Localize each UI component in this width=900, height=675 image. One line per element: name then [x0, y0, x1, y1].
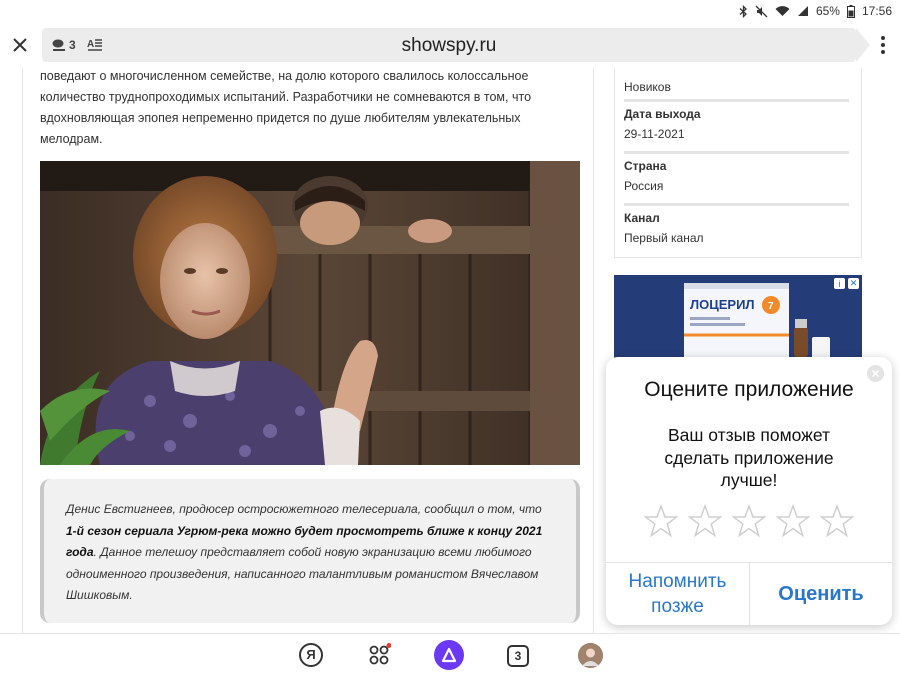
status-icons: 65% 17:56: [739, 3, 892, 19]
star-1-icon[interactable]: [644, 504, 678, 538]
tabs-switcher-button[interactable]: 3: [507, 645, 529, 667]
ad-brand: ЛОЦЕРИЛ: [690, 297, 755, 312]
quote-text: Денис Евстигнеев, продюсер остросюжетног…: [66, 499, 554, 607]
article-column: поведают о многочисленном семействе, на …: [22, 68, 594, 633]
release-label: Дата выхода: [624, 107, 701, 121]
star-4-icon[interactable]: [776, 504, 810, 538]
rate-app-dialog: Оцените приложение Ваш отзыв поможет сде…: [606, 357, 892, 626]
profile-avatar[interactable]: [578, 643, 603, 668]
quote-text-start: Денис Евстигнеев, продюсер остросюжетног…: [66, 502, 542, 516]
country-label: Страна: [624, 159, 667, 173]
battery-icon: [846, 4, 855, 18]
bluetooth-icon: [739, 4, 747, 18]
rate-button[interactable]: Оценить: [750, 563, 892, 625]
dialog-title: Оцените приложение: [644, 378, 854, 401]
wifi-icon: [775, 6, 790, 16]
dialog-actions: Напомнить позже Оценить: [606, 562, 892, 626]
country-value: Россия: [624, 179, 664, 193]
mute-icon: [755, 5, 768, 17]
director-value: Новиков: [624, 80, 671, 94]
remind-later-button[interactable]: Напомнить позже: [606, 563, 750, 626]
alice-assistant-icon[interactable]: [434, 640, 464, 670]
ad-image: ЛОЦЕРИЛ 7: [684, 283, 830, 359]
divider: [624, 203, 849, 206]
battery-percent: 65%: [815, 4, 840, 18]
quote-block: Денис Евстигнеев, продюсер остросюжетног…: [40, 479, 580, 623]
signal-icon: [797, 6, 808, 16]
show-info-card: Новиков Дата выхода 29-11-2021 Страна Ро…: [614, 68, 862, 258]
address-bar[interactable]: 3 A showspy.ru: [42, 28, 870, 62]
services-grid-icon[interactable]: [367, 643, 391, 667]
star-2-icon[interactable]: [688, 504, 722, 538]
release-row: Дата выхода 29-11-2021: [624, 107, 849, 141]
star-5-icon[interactable]: [820, 504, 854, 538]
star-rating: [644, 504, 854, 538]
star-3-icon[interactable]: [732, 504, 766, 538]
photo-illustration: [40, 161, 580, 465]
bottom-navigation: Я 3: [0, 633, 900, 675]
url-text[interactable]: showspy.ru: [42, 35, 856, 57]
browser-toolbar: 3 A showspy.ru: [0, 22, 900, 68]
dialog-message: Ваш отзыв поможет сделать приложение луч…: [664, 425, 834, 490]
ad-info-icon[interactable]: i: [834, 278, 845, 289]
article-photo: [40, 161, 580, 465]
clock: 17:56: [861, 4, 892, 18]
advertisement-banner[interactable]: ЛОЦЕРИЛ 7 i ✕: [614, 275, 862, 370]
director-row: Новиков: [624, 74, 849, 94]
status-bar: 65% 17:56: [0, 0, 900, 22]
close-icon[interactable]: [9, 34, 31, 56]
country-row: Страна Россия: [624, 159, 849, 193]
channel-row: Канал Первый канал: [624, 211, 849, 245]
channel-value[interactable]: Первый канал: [624, 231, 849, 245]
quote-text-end: . Данное телешоу представляет собой нову…: [66, 545, 539, 602]
ad-controls: i ✕: [834, 278, 859, 289]
divider: [624, 99, 849, 102]
yandex-home-button[interactable]: Я: [299, 643, 323, 667]
channel-label: Канал: [624, 211, 660, 225]
ad-close-icon[interactable]: ✕: [848, 278, 859, 289]
article-intro: поведают о многочисленном семействе, на …: [40, 69, 532, 146]
release-value: 29-11-2021: [624, 127, 685, 141]
divider: [624, 151, 849, 154]
more-menu-icon[interactable]: [880, 36, 886, 56]
svg-text:7: 7: [768, 301, 774, 312]
